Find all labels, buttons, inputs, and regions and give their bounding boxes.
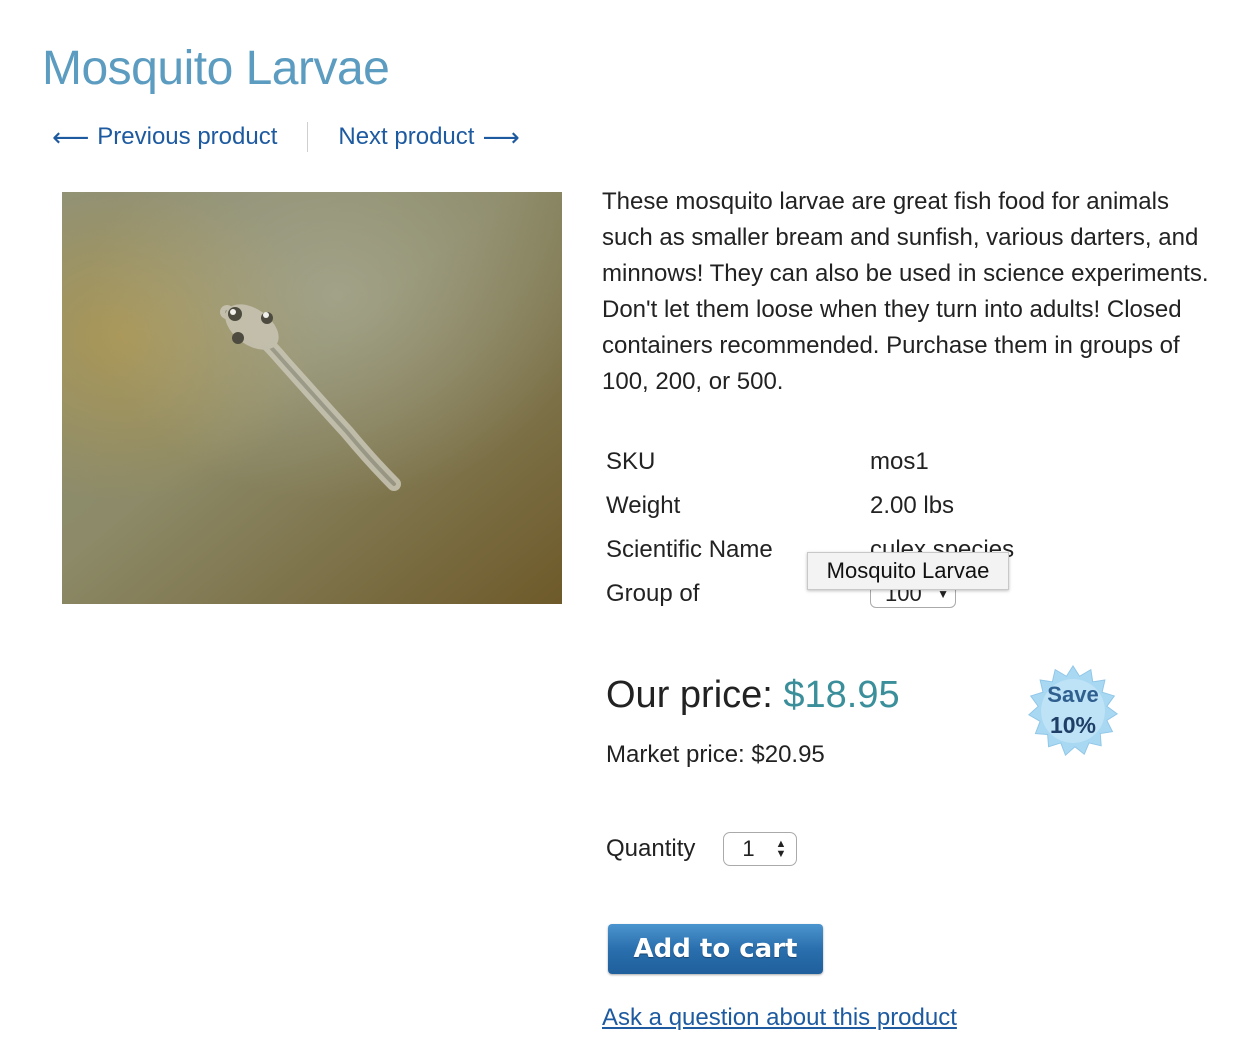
next-product-label: Next product: [338, 123, 475, 150]
spinner-arrows-icon[interactable]: ▲ ▼: [776, 839, 787, 860]
quantity-stepper[interactable]: 1 ▲ ▼: [723, 832, 798, 866]
badge-percent: 10%: [1049, 712, 1097, 738]
arrow-left-icon: ⟵: [52, 121, 90, 152]
spec-row-weight: Weight 2.00 lbs: [606, 484, 1014, 528]
our-price-label: Our price:: [606, 674, 773, 716]
spec-value: 2.00 lbs: [870, 492, 955, 519]
nav-divider: [307, 122, 309, 152]
spec-value: mos1: [870, 448, 929, 475]
spec-label: SKU: [606, 448, 656, 475]
page-title: Mosquito Larvae: [42, 42, 390, 95]
market-price: Market price: $20.95: [606, 738, 825, 772]
previous-product-label: Previous product: [97, 123, 278, 150]
our-price: Our price: $18.95: [606, 670, 900, 720]
market-price-value: $20.95: [751, 741, 825, 768]
arrow-right-icon: ⟶: [482, 121, 520, 152]
larva-photo: [62, 192, 562, 604]
badge-save-label: Save: [1047, 682, 1099, 707]
product-nav: ⟵ Previous product Next product ⟶: [52, 120, 520, 154]
product-image[interactable]: [62, 192, 562, 604]
save-badge: Save 10%: [1026, 680, 1120, 740]
previous-product-link[interactable]: ⟵ Previous product: [52, 122, 277, 153]
quantity-value: 1: [742, 836, 755, 861]
next-product-link[interactable]: Next product ⟶: [338, 122, 519, 153]
spec-label: Weight: [606, 492, 681, 519]
quantity-label: Quantity: [606, 835, 696, 862]
market-price-label: Market price:: [606, 741, 745, 768]
spec-row-sku: SKU mos1: [606, 440, 1014, 484]
ask-question-link[interactable]: Ask a question about this product: [602, 1004, 957, 1032]
add-to-cart-button[interactable]: Add to cart: [608, 924, 823, 974]
our-price-value: $18.95: [783, 674, 900, 716]
tooltip: Mosquito Larvae: [807, 552, 1009, 590]
quantity-row: Quantity 1 ▲ ▼: [606, 832, 798, 866]
product-description: These mosquito larvae are great fish foo…: [602, 188, 1209, 395]
